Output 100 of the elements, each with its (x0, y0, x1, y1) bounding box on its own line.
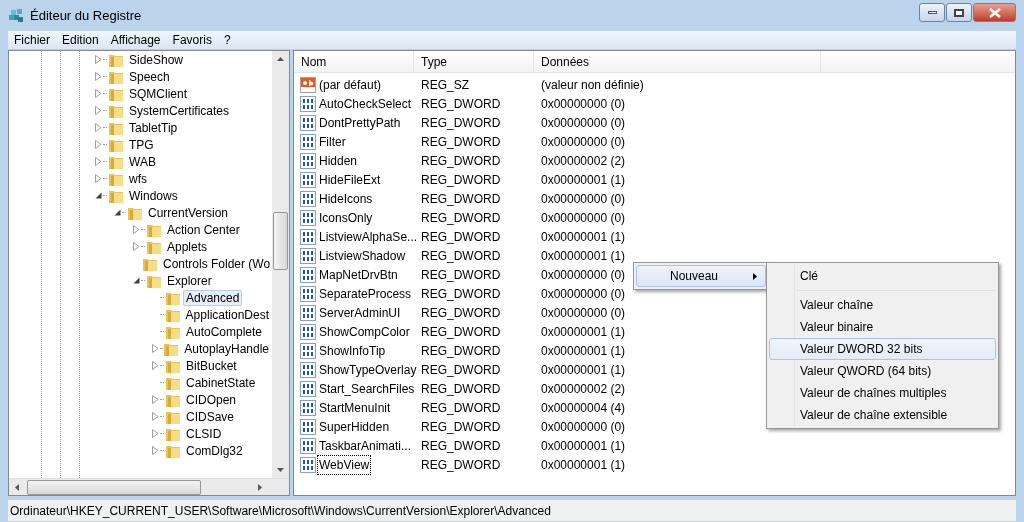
tree-item[interactable]: TabletTip (126, 119, 181, 136)
tree-item[interactable]: CIDOpen (183, 391, 240, 408)
value-name[interactable]: DontPrettyPath (317, 112, 403, 133)
table-cell: 0x00000000 (0) (541, 115, 626, 130)
expand-arrow-icon[interactable] (95, 157, 102, 166)
tree-item[interactable]: Windows (126, 187, 181, 204)
value-name[interactable]: SuperHidden (317, 416, 392, 437)
menu-item[interactable]: Clé (769, 265, 996, 287)
menu-item[interactable]: ? (217, 31, 237, 49)
expand-arrow-icon[interactable] (95, 55, 102, 64)
tree-item[interactable]: CIDSave (183, 408, 238, 425)
tree-item[interactable]: CabinetState (183, 374, 259, 391)
vertical-scrollbar[interactable] (272, 51, 289, 478)
column-header[interactable]: Type (414, 51, 534, 72)
close-button[interactable] (973, 3, 1016, 22)
tree-item[interactable]: AutoComplete (183, 323, 266, 340)
value-name[interactable]: TaskbarAnimati... (317, 435, 414, 456)
table-cell: 0x00000000 (0) (541, 210, 626, 225)
menu-item[interactable]: Valeur de chaîne extensible (769, 404, 996, 426)
menu-item[interactable]: Valeur DWORD 32 bits (769, 338, 996, 360)
value-name[interactable]: ListviewShadow (317, 245, 408, 266)
expand-arrow-icon[interactable] (95, 106, 102, 115)
menu-item[interactable]: Valeur chaîne (769, 294, 996, 316)
value-name[interactable]: MapNetDrvBtn (317, 264, 400, 285)
menu-item[interactable]: Favoris (166, 31, 218, 49)
collapse-arrow-icon[interactable] (114, 208, 121, 217)
value-name[interactable]: ListviewAlphaSe... (317, 226, 420, 247)
table-cell: 0x00000000 (0) (541, 191, 626, 206)
tree-item[interactable]: CLSID (183, 425, 225, 442)
tree-item[interactable]: SQMClient (126, 85, 190, 102)
expand-arrow-icon[interactable] (95, 89, 102, 98)
collapse-arrow-icon[interactable] (95, 191, 102, 200)
menu-item[interactable]: Edition (56, 31, 105, 49)
table-cell-text: REG_DWORD (420, 247, 502, 265)
tree-item[interactable]: Controls Folder (Wo (160, 255, 272, 272)
expand-arrow-icon[interactable] (133, 242, 140, 251)
value-name[interactable]: AutoCheckSelect (317, 93, 414, 114)
expand-arrow-icon[interactable] (152, 395, 159, 404)
scroll-left-arrow-icon[interactable] (15, 483, 19, 491)
tree-item[interactable]: CurrentVersion (145, 204, 232, 221)
tree-item[interactable]: BitBucket (183, 357, 240, 374)
table-cell-text: REG_DWORD (420, 323, 502, 341)
value-name[interactable]: HideFileExt (317, 169, 383, 190)
menu-item[interactable]: Fichier (8, 31, 56, 49)
value-name[interactable]: ShowCompColor (317, 321, 412, 342)
submenu-arrow-icon (753, 272, 757, 280)
expand-arrow-icon[interactable] (152, 344, 159, 353)
tree-item[interactable]: Advanced (183, 289, 243, 306)
menu-item[interactable]: Valeur QWORD (64 bits) (769, 360, 996, 382)
value-name[interactable]: HideIcons (317, 188, 375, 209)
menu-item[interactable]: Nouveau (636, 265, 766, 287)
table-cell: 0x00000000 (0) (541, 134, 626, 149)
expand-arrow-icon[interactable] (95, 140, 102, 149)
value-name[interactable]: StartMenuInit (317, 397, 393, 418)
tree-item[interactable]: Speech (126, 68, 173, 85)
tree-item[interactable]: wfs (126, 170, 150, 187)
expand-arrow-icon[interactable] (152, 361, 159, 370)
value-name[interactable]: Hidden (317, 150, 360, 171)
tree-item[interactable]: WAB (126, 153, 159, 170)
value-name[interactable]: WebView (317, 454, 372, 475)
scroll-down-arrow-icon[interactable] (277, 468, 284, 472)
tree-item[interactable]: Action Center (164, 221, 243, 238)
expand-arrow-icon[interactable] (133, 225, 140, 234)
tree-item[interactable]: AutoplayHandle (181, 340, 272, 357)
tree-item[interactable]: ComDlg32 (183, 442, 246, 459)
tree-item[interactable]: SideShow (126, 51, 187, 68)
expand-arrow-icon[interactable] (152, 446, 159, 455)
column-header[interactable]: Données (534, 51, 821, 72)
value-name[interactable]: IconsOnly (317, 207, 375, 228)
collapse-arrow-icon[interactable] (133, 276, 140, 285)
maximize-button[interactable] (946, 3, 972, 22)
expand-arrow-icon[interactable] (152, 429, 159, 438)
value-name[interactable]: (par défaut) (317, 74, 384, 95)
value-name[interactable]: Filter (317, 131, 348, 152)
binary-value-icon (300, 342, 316, 359)
tree-item[interactable]: TPG (126, 136, 157, 153)
value-name[interactable]: ShowInfoTip (317, 340, 388, 361)
expand-arrow-icon[interactable] (95, 123, 102, 132)
scrollbar-thumb[interactable] (273, 212, 288, 270)
expand-arrow-icon[interactable] (152, 412, 159, 421)
value-name[interactable]: SeparateProcess (317, 283, 414, 304)
menu-item[interactable]: Valeur binaire (769, 316, 996, 338)
expand-arrow-icon[interactable] (95, 174, 102, 183)
tree-item[interactable]: Applets (164, 238, 211, 255)
binary-value-icon (300, 323, 316, 340)
window-title: Éditeur du Registre (30, 6, 142, 25)
menu-item[interactable]: Affichage (104, 31, 167, 49)
tree-item[interactable]: SystemCertificates (126, 102, 233, 119)
menu-item[interactable]: Valeur de chaînes multiples (769, 382, 996, 404)
column-header[interactable]: Nom (294, 51, 414, 72)
horizontal-scrollbar[interactable] (9, 478, 289, 495)
tree-item[interactable]: ApplicationDest (182, 306, 272, 323)
scroll-up-arrow-icon[interactable] (277, 57, 284, 61)
minimize-button[interactable] (919, 3, 945, 22)
scroll-right-arrow-icon[interactable] (258, 483, 262, 491)
value-name[interactable]: Start_SearchFiles (317, 378, 417, 399)
value-name[interactable]: ServerAdminUI (317, 302, 403, 323)
expand-arrow-icon[interactable] (95, 72, 102, 81)
tree-item[interactable]: Explorer (164, 272, 215, 289)
value-name[interactable]: ShowTypeOverlay (317, 359, 419, 380)
